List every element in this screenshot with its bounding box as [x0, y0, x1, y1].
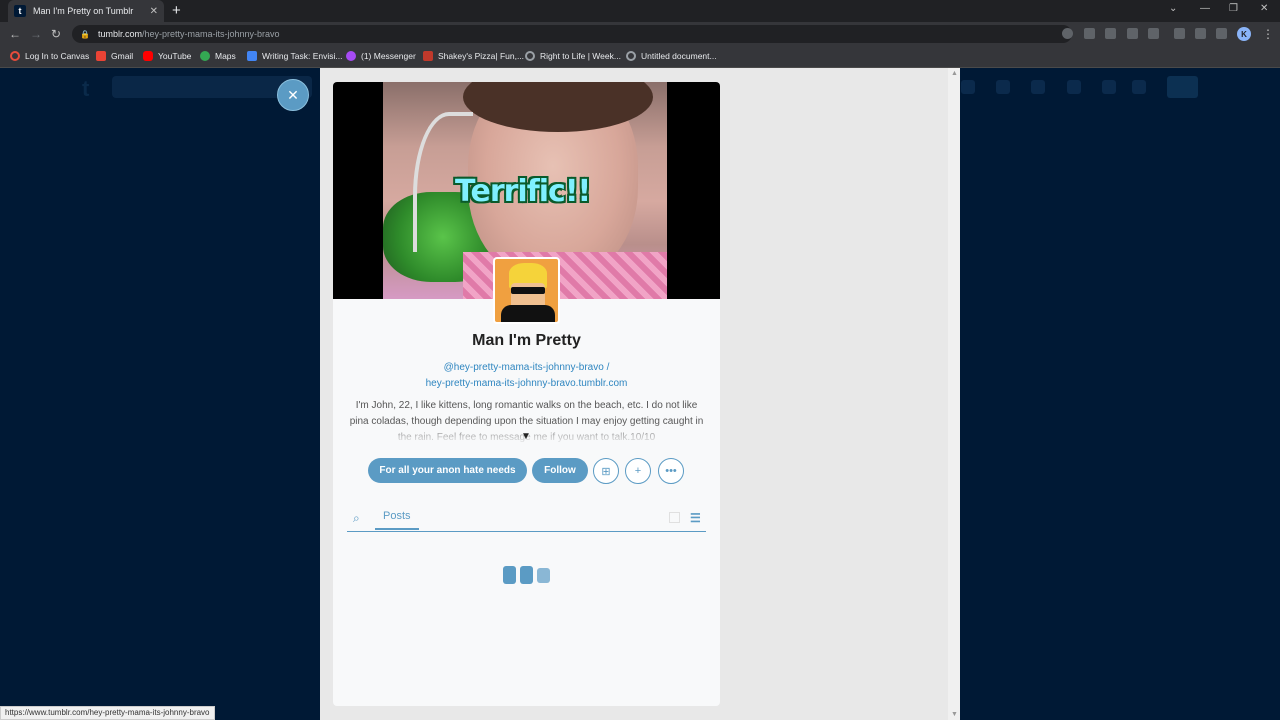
bookmark-label: Right to Life | Week...: [540, 51, 621, 61]
loading-indicator: [503, 566, 516, 584]
more-options-button[interactable]: •••: [658, 458, 684, 484]
blog-handle-link[interactable]: @hey-pretty-mama-its-johnny-bravo /: [333, 362, 720, 373]
close-icon: ✕: [287, 86, 299, 103]
blog-card: Terrific!! Man I'm Pretty @hey-pretty-ma…: [333, 82, 720, 706]
bookmark-label: Untitled document...: [641, 51, 717, 61]
reload-button[interactable]: ↻: [51, 27, 61, 41]
tab-posts[interactable]: Posts: [375, 510, 419, 530]
bookmark-messenger[interactable]: (1) Messenger: [346, 51, 416, 61]
browser-tab-bar: t Man I'm Pretty on Tumblr ✕ + ⌄ — ❐ ✕: [0, 0, 1280, 22]
bookmark-gmail[interactable]: Gmail: [96, 51, 133, 61]
status-bar-url: https://www.tumblr.com/hey-pretty-mama-i…: [0, 706, 215, 720]
browser-tab[interactable]: t Man I'm Pretty on Tumblr ✕: [8, 0, 164, 22]
share-icon[interactable]: [1127, 28, 1138, 39]
bookmarks-bar: Log In to Canvas Gmail YouTube Maps Writ…: [0, 46, 1280, 68]
bookmark-label: Shakey's Pizza| Fun,...: [438, 51, 525, 61]
tab-search-icon[interactable]: ⌄: [1169, 3, 1177, 14]
bookmark-untitled-document[interactable]: Untitled document...: [626, 51, 717, 61]
side-panel-icon[interactable]: [1216, 28, 1227, 39]
extensions-icon[interactable]: [1174, 28, 1185, 39]
chat-icon: [1067, 80, 1081, 94]
close-window-button[interactable]: ✕: [1260, 3, 1268, 14]
profile-avatar[interactable]: K: [1237, 27, 1251, 41]
loading-indicator: [537, 568, 550, 583]
bookmark-label: Maps: [215, 51, 236, 61]
compose-button: [1167, 76, 1198, 98]
bookmark-right-to-life[interactable]: Right to Life | Week...: [525, 51, 621, 61]
bookmark-maps[interactable]: Maps: [200, 51, 236, 61]
blog-title: Man I'm Pretty: [472, 332, 581, 349]
list-view-icon[interactable]: ☰: [690, 511, 701, 525]
docs-icon: [247, 51, 257, 61]
tumblr-logo-icon: t: [82, 76, 90, 101]
explore-icon: [961, 80, 975, 94]
minimize-button[interactable]: —: [1200, 3, 1210, 14]
address-bar-row: ← → ↻ 🔒 tumblr.com/hey-pretty-mama-its-j…: [0, 22, 1280, 46]
bookmark-label: YouTube: [158, 51, 192, 61]
lock-icon: 🔒: [80, 29, 90, 39]
bookmark-shakeys[interactable]: Shakey's Pizza| Fun,...: [423, 51, 524, 61]
bookmark-label: Gmail: [111, 51, 134, 61]
forward-button[interactable]: →: [30, 27, 42, 41]
key-icon[interactable]: [1084, 28, 1095, 39]
url-field[interactable]: 🔒 tumblr.com/hey-pretty-mama-its-johnny-…: [72, 25, 1072, 43]
bookmark-label: Log In to Canvas: [25, 51, 90, 61]
modal-scrollbar[interactable]: ▲ ▼: [948, 68, 960, 720]
scroll-down-icon[interactable]: ▼: [951, 711, 958, 718]
bookmark-writing-task[interactable]: Writing Task: Envisi...: [247, 51, 342, 61]
globe-icon: [626, 51, 636, 61]
av-glasses: [511, 287, 545, 294]
blog-avatar[interactable]: [493, 257, 560, 324]
youtube-icon: [143, 51, 153, 61]
bookmark-label: (1) Messenger: [361, 51, 416, 61]
new-tab-button[interactable]: +: [172, 2, 181, 19]
close-modal-button[interactable]: ✕: [277, 79, 309, 111]
blog-tabs: ⌕ Posts ☰: [347, 506, 706, 532]
follow-button[interactable]: Follow: [532, 458, 588, 483]
bookmark-canvas[interactable]: Log In to Canvas: [10, 51, 89, 61]
add-block-button[interactable]: +: [625, 458, 651, 484]
loading-indicator: [520, 566, 533, 584]
menu-icon[interactable]: ⋮: [1262, 27, 1274, 41]
expand-description-chevron-icon[interactable]: ▼: [521, 431, 531, 442]
tumblr-page: t ✕ ▲ ▼ Terrific!! Man I'm Pretty @hey-pr: [0, 68, 1280, 720]
close-tab-icon[interactable]: ✕: [150, 6, 158, 17]
url-host: tumblr.com: [97, 29, 142, 39]
maps-icon: [200, 51, 210, 61]
bookmark-star-icon[interactable]: [1148, 28, 1159, 39]
account-icon: [1132, 80, 1146, 94]
globe-icon: [525, 51, 535, 61]
blog-url: hey-pretty-mama-its-johnny-bravo.tumblr.…: [425, 378, 628, 389]
blog-url-link[interactable]: hey-pretty-mama-its-johnny-bravo.tumblr.…: [333, 378, 720, 389]
ellipsis-icon: •••: [665, 465, 677, 477]
bookmark-youtube[interactable]: YouTube: [143, 51, 191, 61]
url-path: /hey-pretty-mama-its-johnny-bravo: [141, 29, 280, 39]
back-button[interactable]: ←: [9, 27, 21, 41]
shakeys-icon: [423, 51, 433, 61]
search-icon[interactable]: ⌕: [353, 511, 360, 526]
gift-icon: ⊞: [601, 465, 611, 478]
scroll-up-icon[interactable]: ▲: [951, 70, 958, 77]
google-icon[interactable]: [1062, 28, 1073, 39]
header-caption: Terrific!!: [455, 174, 591, 209]
av-shirt: [501, 305, 555, 322]
plus-icon: +: [634, 465, 642, 477]
gift-button[interactable]: ⊞: [593, 458, 619, 484]
activity-icon: [1102, 80, 1116, 94]
inbox-icon: [1031, 80, 1045, 94]
gmail-icon: [96, 51, 106, 61]
grid-view-icon[interactable]: [669, 512, 680, 523]
ask-button[interactable]: For all your anon hate needs: [368, 458, 527, 483]
reading-list-icon[interactable]: [1195, 28, 1206, 39]
install-icon[interactable]: [1105, 28, 1116, 39]
restore-button[interactable]: ❐: [1229, 3, 1238, 14]
tumblr-favicon-icon: t: [14, 5, 26, 17]
messenger-icon: [346, 51, 356, 61]
shop-icon: [996, 80, 1010, 94]
tab-title: Man I'm Pretty on Tumblr: [33, 6, 134, 16]
bookmark-label: Writing Task: Envisi...: [262, 51, 343, 61]
canvas-icon: [10, 51, 20, 61]
